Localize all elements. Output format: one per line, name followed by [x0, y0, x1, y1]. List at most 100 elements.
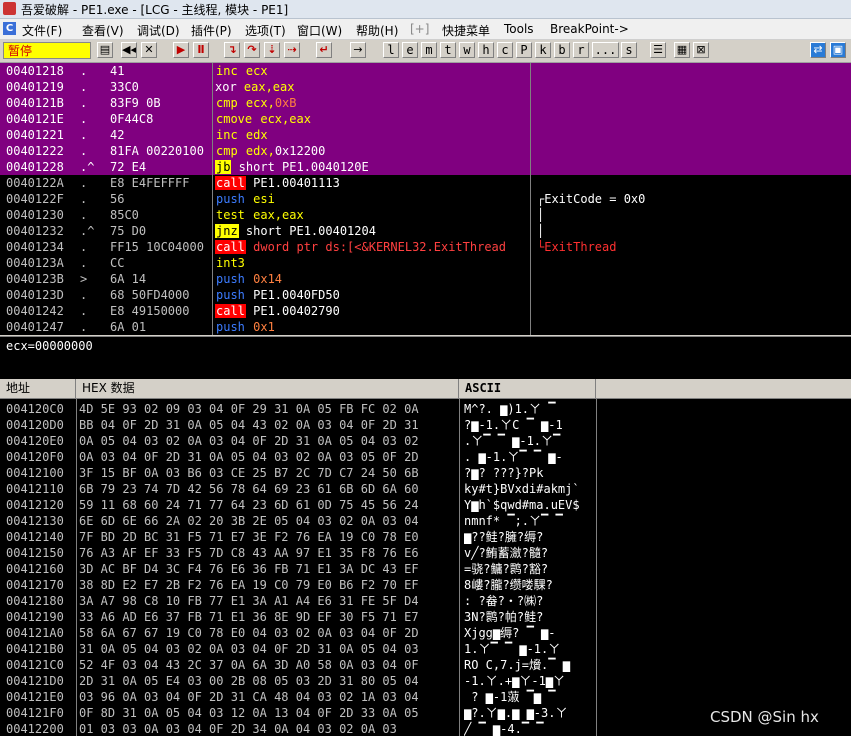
- dump-row[interactable]: 004120D0 BB 04 0F 2D 31 0A 05 04 43 02 0A…: [0, 417, 596, 433]
- window-cpu-button[interactable]: c: [497, 42, 513, 58]
- menu-options[interactable]: 选项(T): [245, 22, 286, 39]
- dump-row[interactable]: 004121A0 58 6A 67 67 19 C0 78 E0 04 03 02…: [0, 625, 596, 641]
- disasm-row[interactable]: 0040123A CC. int3: [0, 255, 851, 271]
- dump-row[interactable]: 004120C0 4D 5E 93 02 09 03 04 0F 29 31 0A…: [0, 401, 596, 417]
- disasm-marker: .: [80, 176, 88, 190]
- close-icon[interactable]: ✕: [141, 42, 157, 58]
- step-over-icon[interactable]: ↷: [244, 42, 260, 58]
- window-patches-button[interactable]: P: [516, 42, 532, 58]
- dump-row[interactable]: 004120F0 0A 03 04 0F 2D 31 0A 05 04 03 02…: [0, 449, 596, 465]
- hex-dump-pane[interactable]: 004120C0 4D 5E 93 02 09 03 04 0F 29 31 0A…: [0, 399, 851, 736]
- disasm-row[interactable]: 00401219 33C0. xor eax,eax: [0, 79, 851, 95]
- menu-plus[interactable]: [+]: [410, 22, 429, 36]
- goto-icon[interactable]: →: [350, 42, 366, 58]
- dump-header-ascii[interactable]: ASCII: [459, 379, 596, 398]
- disasm-marker: .: [80, 240, 88, 254]
- dump-row[interactable]: 004120E0 0A 05 04 03 02 0A 03 04 0F 2D 31…: [0, 433, 596, 449]
- menu-file[interactable]: 文件(F): [22, 22, 62, 39]
- menu-plugins[interactable]: 插件(P): [191, 22, 232, 39]
- refresh-icon[interactable]: ⇄: [810, 42, 826, 58]
- disasm-row[interactable]: 0040123D 68 50FD4000. push PE1.0040FD50: [0, 287, 851, 303]
- pause-icon[interactable]: Ⅱ: [193, 42, 209, 58]
- dump-row[interactable]: 00412170 38 8D E2 E7 2B F2 76 EA 19 C0 79…: [0, 577, 596, 593]
- dump-row[interactable]: 004121D0 2D 31 0A 05 E4 03 00 2B 08 05 03…: [0, 673, 596, 689]
- help-icon[interactable]: ⊠: [693, 42, 709, 58]
- disasm-row[interactable]: 00401232 75 D0 .^ jnz short PE1.00401204 │: [0, 223, 851, 239]
- toolbar: 暂停 ▤ ◀◀ ✕ ▶ Ⅱ ↴ ↷ ⇣ ⇢ ↵ → l e m t w h c …: [0, 40, 851, 63]
- window-memory-button[interactable]: m: [421, 42, 437, 58]
- menu-help[interactable]: 帮助(H): [356, 22, 398, 39]
- dump-row[interactable]: 00412160 3D AC BF D4 3C F4 76 E6 36 FB 71…: [0, 561, 596, 577]
- disasm-row[interactable]: 0040121B 83F9 0B. cmp ecx,0xB: [0, 95, 851, 111]
- disasm-row[interactable]: 00401221 42. inc edx: [0, 127, 851, 143]
- dump-row[interactable]: 00412130 6E 6D 6E 66 2A 02 20 3B 2E 05 04…: [0, 513, 596, 529]
- window-windows-button[interactable]: w: [459, 42, 475, 58]
- disasm-instruction: push 0x1: [216, 320, 275, 334]
- menu-shortcut[interactable]: 快捷菜单: [442, 22, 490, 39]
- window-references-button[interactable]: r: [573, 42, 589, 58]
- dump-row[interactable]: 00412150 76 A3 AF EF 33 F5 7D C8 43 AA 97…: [0, 545, 596, 561]
- dump-row[interactable]: 004121B0 31 0A 05 04 03 02 0A 03 04 0F 2D…: [0, 641, 596, 657]
- dump-row[interactable]: 00412120 59 11 68 60 24 71 77 64 23 6D 61…: [0, 497, 596, 513]
- menu-view[interactable]: 查看(V): [82, 22, 124, 39]
- dump-row[interactable]: 004121E0 03 96 0A 03 04 0F 2D 31 CA 48 04…: [0, 689, 596, 705]
- dump-ascii: nmnf* ▔;.ㄚ▔ ▔: [464, 514, 563, 528]
- dump-row[interactable]: 00412100 3F 15 BF 0A 03 B6 03 CE 25 B7 2C…: [0, 465, 596, 481]
- window-log-button[interactable]: l: [383, 42, 399, 58]
- window-handles-button[interactable]: h: [478, 42, 494, 58]
- disasm-row[interactable]: 0040123B 6A 14 > push 0x14: [0, 271, 851, 287]
- menu-app-icon[interactable]: C: [3, 22, 16, 35]
- disasm-instruction: push PE1.0040FD50: [216, 288, 340, 302]
- disasm-row[interactable]: 00401234 FF15 10C04000. call dword ptr ds:…: [0, 239, 851, 255]
- dump-header-hex[interactable]: HEX 数据: [76, 379, 459, 398]
- dump-row[interactable]: 004121F0 0F 8D 31 0A 05 04 03 12 0A 13 04…: [0, 705, 596, 721]
- trace-into-icon[interactable]: ⇣: [264, 42, 280, 58]
- window-run-trace-button[interactable]: ...: [592, 42, 619, 58]
- execute-till-return-icon[interactable]: ↵: [316, 42, 332, 58]
- list-icon[interactable]: ☰: [650, 42, 666, 58]
- disasm-instruction: call PE1.00402790: [215, 304, 340, 318]
- open-icon[interactable]: ▤: [97, 42, 113, 58]
- dump-address: 00412130: [6, 514, 64, 528]
- dump-row[interactable]: 004121C0 52 4F 03 04 43 2C 37 0A 6A 3D A0…: [0, 657, 596, 673]
- dump-ascii: ▆??鲑?臃?缛?: [464, 530, 544, 544]
- run-icon[interactable]: ▶: [173, 42, 189, 58]
- disasm-row[interactable]: 00401242 E8 49150000. call PE1.00402790: [0, 303, 851, 319]
- dump-row[interactable]: 00412200 01 03 03 0A 03 04 0F 2D 34 0A 04…: [0, 721, 596, 736]
- disasm-row[interactable]: 00401228 72 E4 .^ jb short PE1.0040120E: [0, 159, 851, 175]
- menu-tools[interactable]: Tools: [504, 22, 534, 36]
- disassembly-pane[interactable]: 00401218 41. inc ecx 00401219 33C0. xor eax,e…: [0, 63, 851, 335]
- window-breakpoints-button[interactable]: b: [554, 42, 570, 58]
- disasm-row[interactable]: 00401247 6A 01. push 0x1: [0, 319, 851, 335]
- dump-hex-bytes: 33 A6 AD E6 37 FB 71 E1 36 8E 9D EF 30 F…: [79, 610, 419, 624]
- disasm-instruction: jb short PE1.0040120E: [213, 159, 530, 175]
- disasm-row[interactable]: 00401230 85C0. test eax,eax │: [0, 207, 851, 223]
- restart-icon[interactable]: ◀◀: [121, 42, 137, 58]
- disasm-marker: .: [80, 192, 88, 206]
- window-source-button[interactable]: s: [621, 42, 637, 58]
- disasm-row[interactable]: 00401218 41. inc ecx: [0, 63, 851, 79]
- layout-icon[interactable]: ▣: [830, 42, 846, 58]
- menu-breakpoint[interactable]: BreakPoint->: [550, 22, 629, 36]
- trace-over-icon[interactable]: ⇢: [284, 42, 300, 58]
- window-modules-button[interactable]: e: [402, 42, 418, 58]
- dump-header-address[interactable]: 地址: [0, 379, 76, 398]
- disasm-comment: ┌ExitCode = 0x0: [537, 192, 646, 206]
- dump-row[interactable]: 00412140 7F BD 2D BC 31 F5 71 E7 3E F2 76…: [0, 529, 596, 545]
- dump-ascii: ?▆? ???}?Pk: [464, 466, 544, 480]
- step-into-icon[interactable]: ↴: [224, 42, 240, 58]
- dump-row[interactable]: 00412180 3A A7 98 C8 10 FB 77 E1 3A A1 A4…: [0, 593, 596, 609]
- disasm-address: 00401228: [0, 159, 76, 175]
- disasm-instruction: push 0x14: [216, 272, 283, 286]
- disasm-row[interactable]: 0040122A E8 E4FEFFFF. call PE1.00401113: [0, 175, 851, 191]
- window-threads-button[interactable]: t: [440, 42, 456, 58]
- grid-icon[interactable]: ▦: [674, 42, 690, 58]
- window-stack-button[interactable]: k: [535, 42, 551, 58]
- disasm-row[interactable]: 0040122F 56. push esi ┌ExitCode = 0x0: [0, 191, 851, 207]
- disasm-row[interactable]: 0040121E 0F44C8. cmove ecx,eax: [0, 111, 851, 127]
- dump-row[interactable]: 00412190 33 A6 AD E6 37 FB 71 E1 36 8E 9D…: [0, 609, 596, 625]
- menu-window[interactable]: 窗口(W): [297, 22, 342, 39]
- menu-debug[interactable]: 调试(D): [137, 22, 180, 39]
- disasm-row[interactable]: 00401222 81FA 00220100. cmp edx,0x12200: [0, 143, 851, 159]
- dump-row[interactable]: 00412110 6B 79 23 74 7D 42 56 78 64 69 23…: [0, 481, 596, 497]
